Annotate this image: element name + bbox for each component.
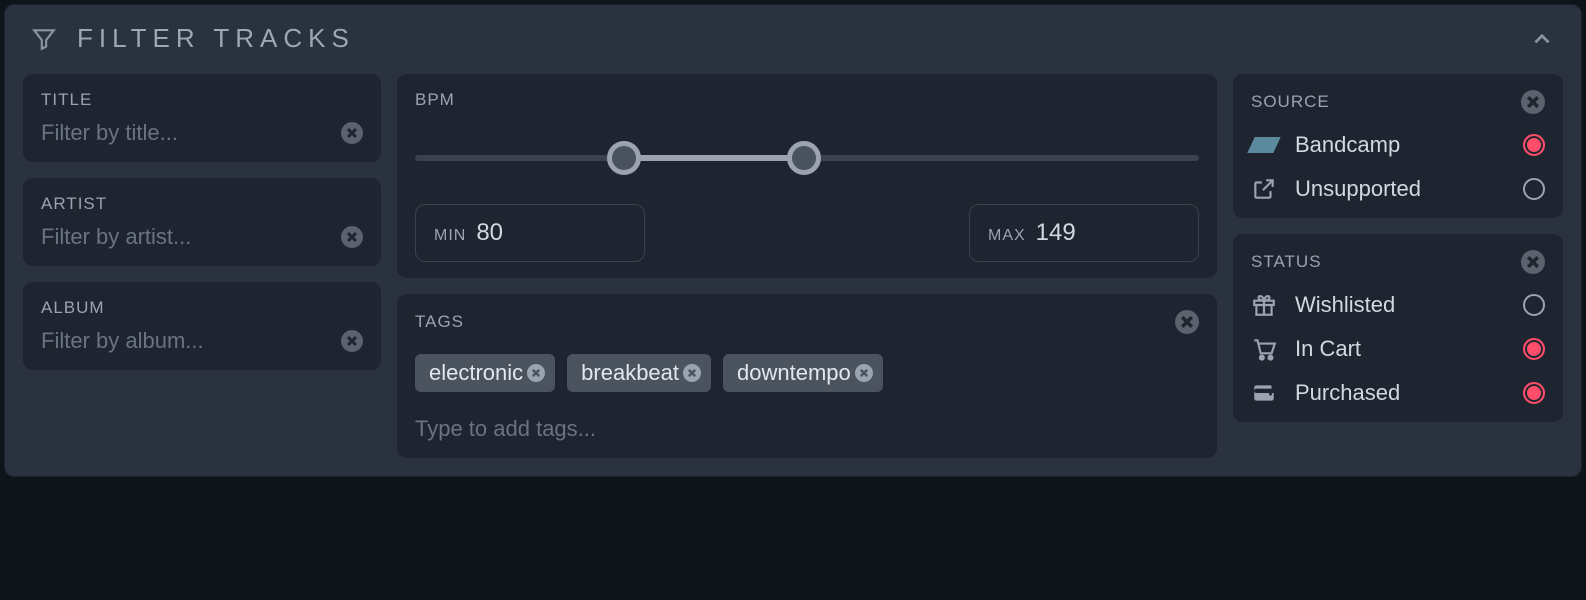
artist-clear-button[interactable] bbox=[341, 226, 363, 248]
right-column: SOURCE Bandcamp Unsupported STATUS Wishli… bbox=[1233, 74, 1563, 458]
artist-input[interactable] bbox=[41, 224, 341, 250]
tag-chip: breakbeat bbox=[567, 354, 711, 392]
wallet-icon bbox=[1251, 380, 1277, 406]
source-options: Bandcamp Unsupported bbox=[1251, 132, 1545, 202]
funnel-icon bbox=[31, 26, 57, 52]
title-filter-card: TITLE bbox=[23, 74, 381, 162]
option-radio[interactable] bbox=[1523, 178, 1545, 200]
cart-icon bbox=[1251, 336, 1277, 362]
source-card: SOURCE Bandcamp Unsupported bbox=[1233, 74, 1563, 218]
bandcamp-icon bbox=[1247, 137, 1280, 153]
tag-chip: electronic bbox=[415, 354, 555, 392]
bpm-label: BPM bbox=[415, 90, 1199, 110]
title-input[interactable] bbox=[41, 120, 341, 146]
option-radio[interactable] bbox=[1523, 134, 1545, 156]
left-column: TITLE ARTIST ALBUM bbox=[23, 74, 381, 458]
close-icon bbox=[860, 369, 868, 377]
panel-title: FILTER TRACKS bbox=[77, 23, 355, 54]
status-label: STATUS bbox=[1251, 252, 1322, 272]
option-radio[interactable] bbox=[1523, 382, 1545, 404]
tag-text: breakbeat bbox=[581, 360, 679, 386]
album-filter-label: ALBUM bbox=[41, 298, 363, 318]
tags-label: TAGS bbox=[415, 312, 464, 332]
option-label: Bandcamp bbox=[1295, 132, 1400, 158]
title-clear-button[interactable] bbox=[341, 122, 363, 144]
option-label: Purchased bbox=[1295, 380, 1400, 406]
bpm-min-box: MIN bbox=[415, 204, 645, 262]
bpm-card: BPM MIN MAX bbox=[397, 74, 1217, 278]
status-option[interactable]: Purchased bbox=[1251, 380, 1545, 406]
close-icon bbox=[532, 369, 540, 377]
close-icon bbox=[688, 369, 696, 377]
status-card: STATUS Wishlisted In Cart Purchased bbox=[1233, 234, 1563, 422]
artist-filter-card: ARTIST bbox=[23, 178, 381, 266]
bpm-max-box: MAX bbox=[969, 204, 1199, 262]
tags-list: electronic breakbeat downtempo bbox=[415, 354, 1199, 392]
middle-column: BPM MIN MAX bbox=[397, 74, 1217, 458]
status-clear-button[interactable] bbox=[1521, 250, 1545, 274]
source-option[interactable]: Bandcamp bbox=[1251, 132, 1545, 158]
status-option[interactable]: In Cart bbox=[1251, 336, 1545, 362]
status-options: Wishlisted In Cart Purchased bbox=[1251, 292, 1545, 406]
bpm-slider[interactable] bbox=[415, 140, 1199, 176]
tag-chip: downtempo bbox=[723, 354, 883, 392]
external-link-icon bbox=[1251, 176, 1277, 202]
tags-card: TAGS electronic breakbeat downtempo bbox=[397, 294, 1217, 458]
close-icon bbox=[347, 128, 357, 138]
option-radio[interactable] bbox=[1523, 338, 1545, 360]
tag-text: downtempo bbox=[737, 360, 851, 386]
bpm-max-input[interactable] bbox=[1036, 219, 1116, 247]
tags-input[interactable] bbox=[415, 416, 1199, 442]
bpm-max-label: MAX bbox=[988, 227, 1026, 245]
source-clear-button[interactable] bbox=[1521, 90, 1545, 114]
title-filter-label: TITLE bbox=[41, 90, 363, 110]
filters-grid: TITLE ARTIST ALBUM bbox=[23, 74, 1563, 458]
close-icon bbox=[1181, 316, 1193, 328]
close-icon bbox=[347, 336, 357, 346]
option-label: Unsupported bbox=[1295, 176, 1421, 202]
artist-filter-label: ARTIST bbox=[41, 194, 363, 214]
close-icon bbox=[347, 232, 357, 242]
tag-text: electronic bbox=[429, 360, 523, 386]
gift-icon bbox=[1251, 292, 1277, 318]
tags-clear-button[interactable] bbox=[1175, 310, 1199, 334]
panel-header: FILTER TRACKS bbox=[23, 23, 1563, 54]
status-option[interactable]: Wishlisted bbox=[1251, 292, 1545, 318]
bpm-slider-thumb-min[interactable] bbox=[607, 141, 641, 175]
close-icon bbox=[1527, 96, 1539, 108]
tag-remove-button[interactable] bbox=[527, 364, 545, 382]
tag-remove-button[interactable] bbox=[683, 364, 701, 382]
tag-remove-button[interactable] bbox=[855, 364, 873, 382]
album-filter-card: ALBUM bbox=[23, 282, 381, 370]
source-label: SOURCE bbox=[1251, 92, 1330, 112]
bpm-min-label: MIN bbox=[434, 227, 466, 245]
option-label: In Cart bbox=[1295, 336, 1361, 362]
bpm-slider-thumb-max[interactable] bbox=[787, 141, 821, 175]
collapse-chevron-icon[interactable] bbox=[1529, 26, 1555, 52]
option-label: Wishlisted bbox=[1295, 292, 1395, 318]
option-radio[interactable] bbox=[1523, 294, 1545, 316]
album-clear-button[interactable] bbox=[341, 330, 363, 352]
album-input[interactable] bbox=[41, 328, 341, 354]
close-icon bbox=[1527, 256, 1539, 268]
filter-tracks-panel: FILTER TRACKS TITLE ARTIST bbox=[4, 4, 1582, 477]
bpm-min-input[interactable] bbox=[476, 219, 556, 247]
source-option[interactable]: Unsupported bbox=[1251, 176, 1545, 202]
panel-title-group: FILTER TRACKS bbox=[31, 23, 355, 54]
bpm-slider-fill bbox=[624, 155, 804, 161]
